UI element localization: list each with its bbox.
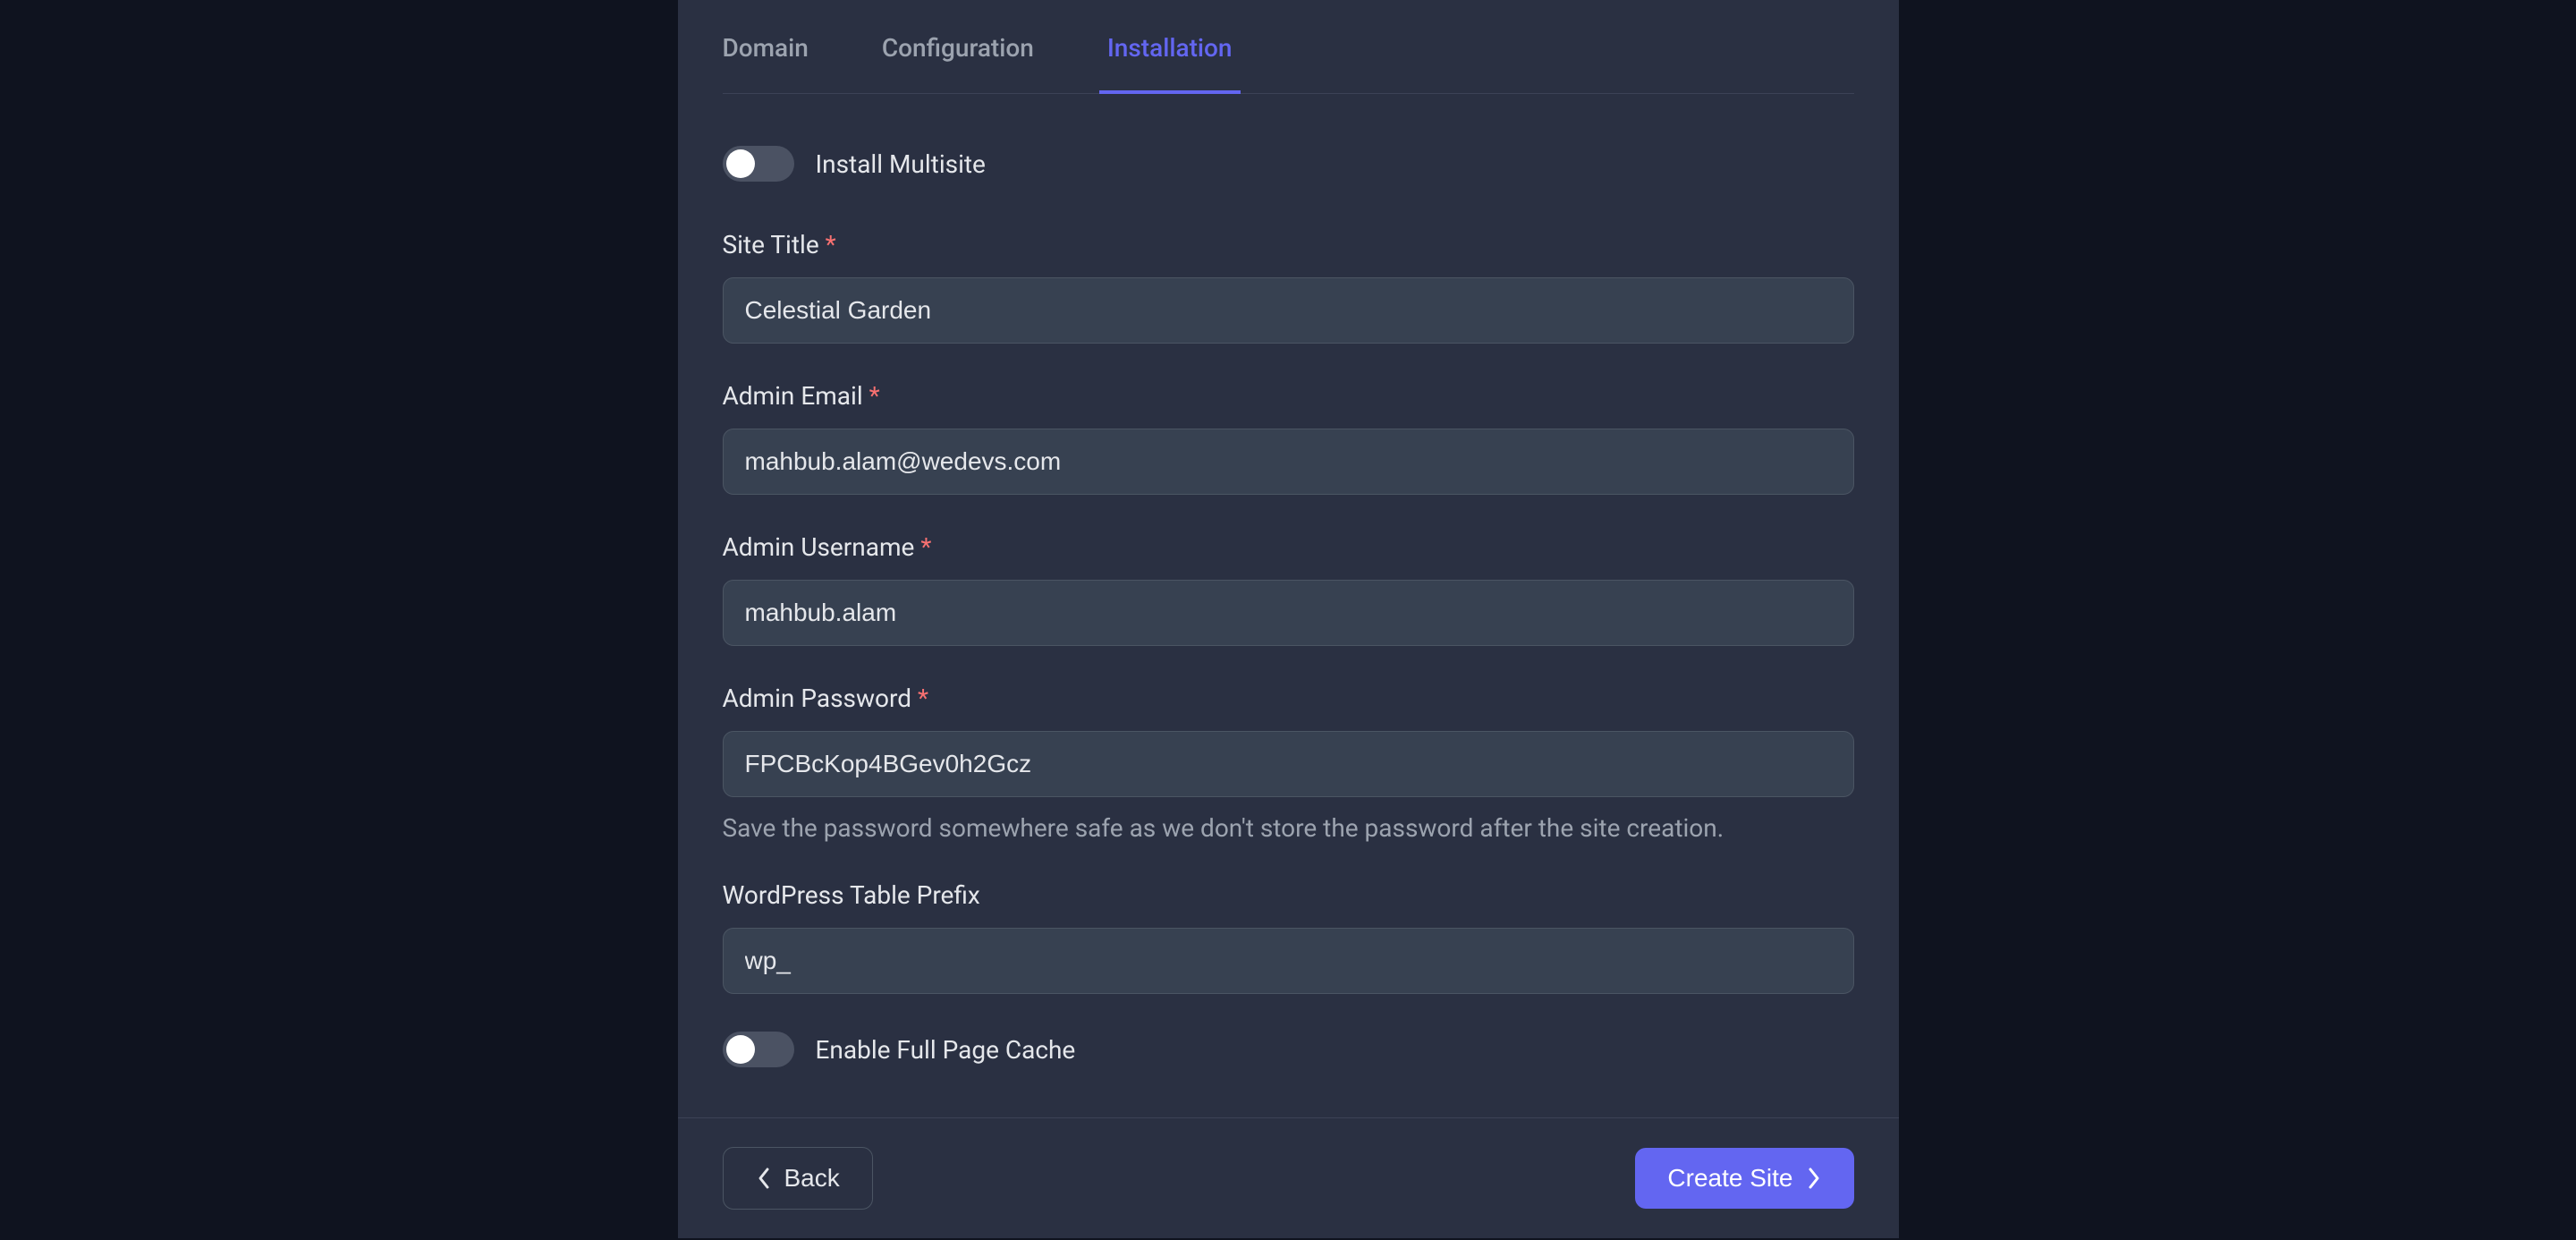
site-title-label: Site Title * [723, 230, 1854, 259]
chevron-right-icon [1806, 1166, 1822, 1191]
installation-form: Install Multisite Site Title * Admin Ema… [723, 94, 1854, 1117]
tab-domain[interactable]: Domain [723, 33, 809, 93]
admin-email-label: Admin Email * [723, 381, 1854, 411]
multisite-toggle[interactable] [723, 146, 794, 182]
tabs-nav: Domain Configuration Installation [723, 0, 1854, 94]
toggle-knob [726, 149, 755, 178]
admin-password-help: Save the password somewhere safe as we d… [723, 813, 1854, 843]
admin-password-field: Admin Password * Save the password somew… [723, 684, 1854, 843]
multisite-toggle-label: Install Multisite [816, 149, 986, 179]
toggle-knob [726, 1035, 755, 1064]
admin-username-field: Admin Username * [723, 532, 1854, 646]
site-title-field: Site Title * [723, 230, 1854, 344]
admin-username-label-text: Admin Username [723, 532, 915, 562]
admin-username-input[interactable] [723, 580, 1854, 646]
required-mark: * [826, 230, 836, 259]
back-button-label: Back [784, 1164, 840, 1193]
admin-password-label-text: Admin Password [723, 684, 912, 713]
admin-password-input[interactable] [723, 731, 1854, 797]
tab-installation[interactable]: Installation [1107, 33, 1233, 93]
admin-username-label: Admin Username * [723, 532, 1854, 562]
table-prefix-label: WordPress Table Prefix [723, 880, 1854, 910]
required-mark: * [920, 532, 931, 562]
cache-row: Enable Full Page Cache [723, 1032, 1854, 1067]
table-prefix-input[interactable] [723, 928, 1854, 994]
required-mark: * [869, 381, 880, 411]
required-mark: * [918, 684, 928, 713]
multisite-row: Install Multisite [723, 146, 1854, 182]
admin-password-label: Admin Password * [723, 684, 1854, 713]
table-prefix-field: WordPress Table Prefix [723, 880, 1854, 994]
tab-configuration[interactable]: Configuration [882, 33, 1034, 93]
site-title-input[interactable] [723, 277, 1854, 344]
admin-email-field: Admin Email * [723, 381, 1854, 495]
cache-toggle[interactable] [723, 1032, 794, 1067]
create-site-button[interactable]: Create Site [1635, 1148, 1853, 1209]
cache-toggle-label: Enable Full Page Cache [816, 1035, 1076, 1065]
form-footer: Back Create Site [678, 1117, 1899, 1238]
create-site-button-label: Create Site [1667, 1164, 1792, 1193]
installation-panel: Domain Configuration Installation Instal… [678, 0, 1899, 1238]
back-button[interactable]: Back [723, 1147, 873, 1210]
admin-email-input[interactable] [723, 429, 1854, 495]
admin-email-label-text: Admin Email [723, 381, 863, 411]
site-title-label-text: Site Title [723, 230, 819, 259]
chevron-left-icon [756, 1166, 772, 1191]
